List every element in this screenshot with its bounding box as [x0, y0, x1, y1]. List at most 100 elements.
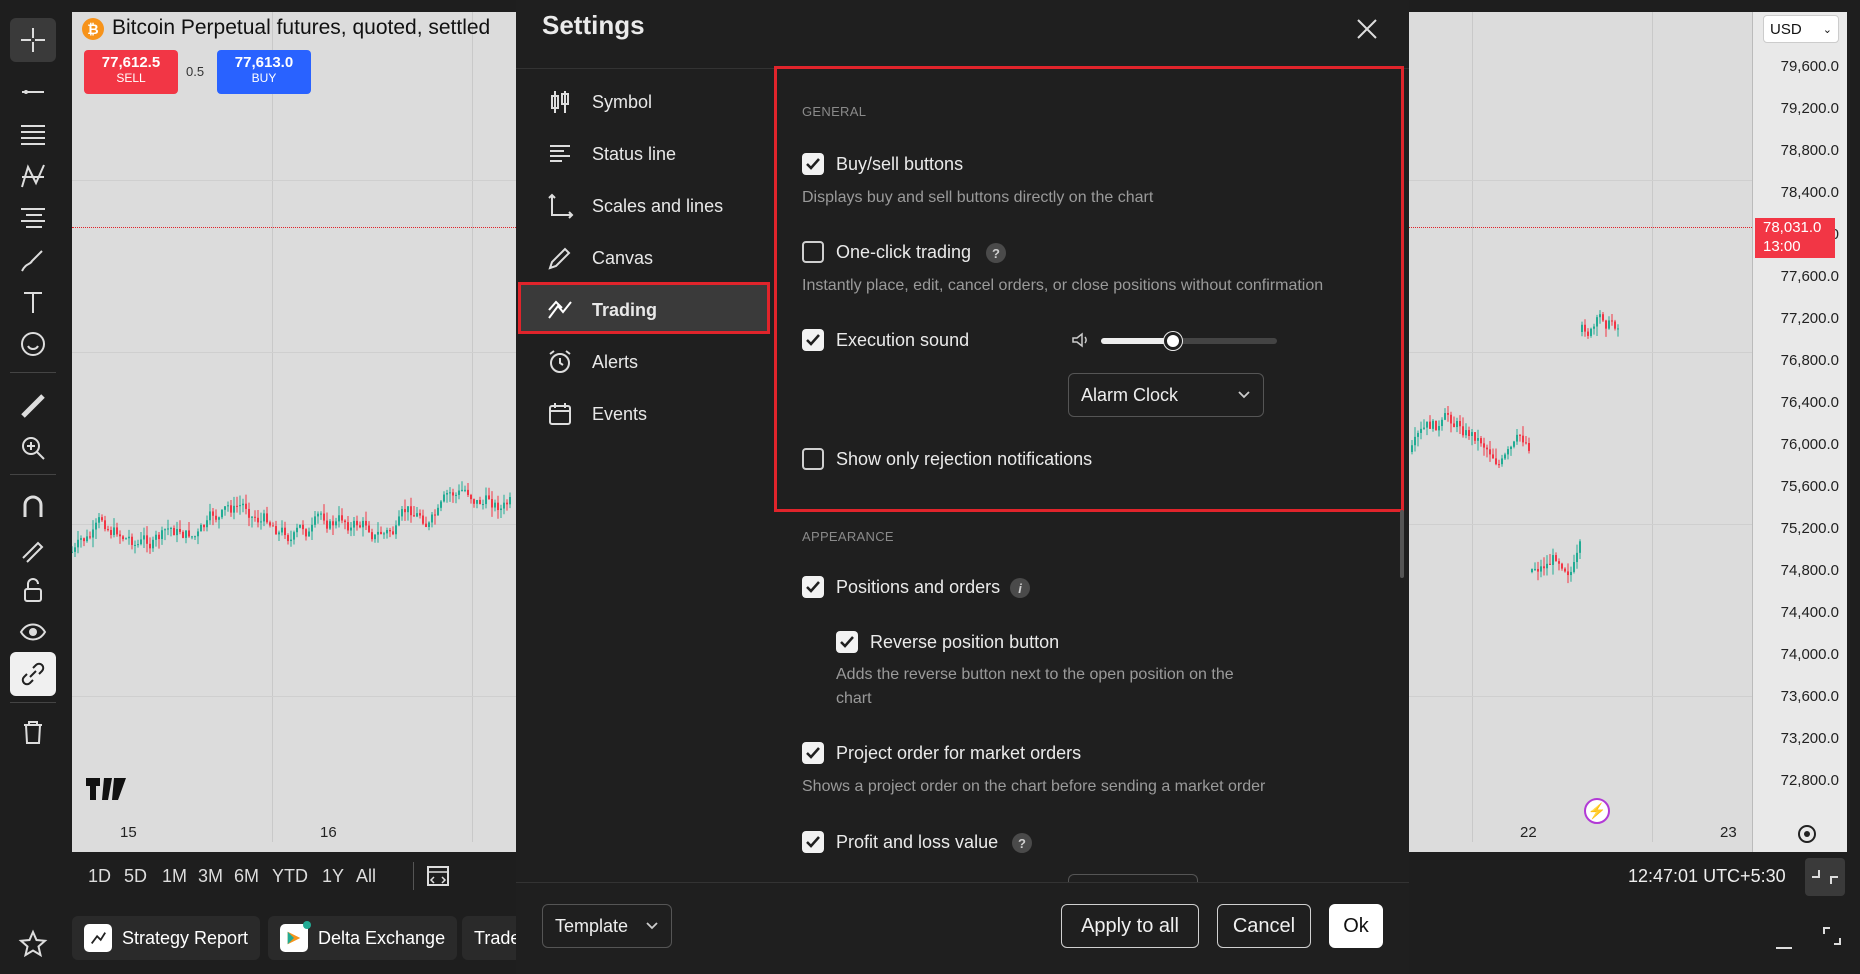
favorites-button[interactable] — [10, 922, 56, 966]
nav-status-line[interactable]: Status line — [546, 132, 766, 176]
tab-label: Strategy Report — [122, 927, 249, 948]
one-click-trading-checkbox[interactable] — [802, 241, 824, 263]
close-button[interactable] — [1348, 10, 1386, 48]
remove-drawings-button[interactable] — [10, 710, 56, 754]
sound-select[interactable]: Alarm Clock — [1068, 373, 1264, 417]
crosshair-tool-button[interactable] — [10, 18, 56, 62]
positions-orders-checkbox[interactable] — [802, 576, 824, 598]
nav-scales-and-lines[interactable]: Scales and lines — [546, 184, 766, 228]
buy-button[interactable]: 77,613.0 BUY — [217, 50, 311, 94]
candle-body — [1576, 552, 1578, 563]
range-1m[interactable]: 1M — [162, 866, 187, 887]
trend-line-tool-button[interactable] — [10, 70, 56, 114]
candle-body — [101, 517, 103, 521]
maximize-panel-icon[interactable] — [1820, 924, 1844, 948]
minimize-panel-icon[interactable] — [1772, 932, 1796, 952]
tab-strategy-report[interactable]: Strategy Report — [72, 916, 261, 960]
candle-body — [218, 517, 220, 520]
lightning-icon[interactable]: ⚡ — [1584, 798, 1610, 824]
pnl-select-partial[interactable] — [1068, 874, 1198, 882]
stay-drawing-button[interactable] — [10, 526, 56, 570]
template-dropdown[interactable]: Template — [542, 904, 672, 948]
range-5d[interactable]: 5D — [124, 866, 147, 887]
bar-countdown: 13:00 — [1763, 238, 1801, 255]
pattern-tool-button[interactable] — [10, 154, 56, 198]
ok-button[interactable]: Ok — [1329, 904, 1383, 948]
sell-button[interactable]: 77,612.5 SELL — [84, 50, 178, 94]
zoom-tool-button[interactable] — [10, 426, 56, 470]
emoji-tool-button[interactable] — [10, 322, 56, 366]
toolbar-divider — [10, 474, 56, 475]
apply-to-all-button[interactable]: Apply to all — [1061, 904, 1199, 948]
buy-sell-checkbox[interactable] — [802, 153, 824, 175]
candle-body — [335, 521, 337, 526]
nav-events[interactable]: Events — [546, 392, 766, 436]
price-tick: 77,200.0 — [1780, 310, 1839, 327]
lock-drawings-button[interactable] — [10, 568, 56, 612]
project-order-checkbox[interactable] — [802, 742, 824, 764]
cancel-button[interactable]: Cancel — [1217, 904, 1311, 948]
info-icon[interactable]: i — [1010, 578, 1030, 598]
rejection-only-checkbox[interactable] — [802, 448, 824, 470]
scrollbar[interactable] — [1400, 510, 1404, 578]
candle-body — [497, 502, 499, 511]
candle-body — [242, 503, 244, 506]
nav-alerts[interactable]: Alerts — [546, 340, 766, 384]
spread-value: 0.5 — [186, 64, 205, 79]
range-1d[interactable]: 1D — [88, 866, 111, 887]
brush-tool-button[interactable] — [10, 238, 56, 282]
symbol-title[interactable]: Bitcoin Perpetual futures, quoted, settl… — [112, 16, 490, 40]
fullscreen-toggle[interactable] — [1805, 858, 1845, 896]
currency-select[interactable]: USD ⌄ — [1763, 15, 1839, 43]
measure-tool-button[interactable] — [10, 384, 56, 428]
volume-fill — [1101, 338, 1174, 344]
candle-body — [248, 508, 250, 518]
candle-body — [1584, 324, 1586, 332]
help-icon[interactable]: ? — [986, 243, 1006, 263]
candle-body — [470, 494, 472, 500]
range-all[interactable]: All — [356, 866, 376, 887]
status-line-icon — [550, 145, 570, 162]
nav-canvas[interactable]: Canvas — [546, 236, 766, 280]
date-range-icon[interactable] — [424, 862, 454, 890]
candle-body — [392, 531, 394, 535]
candle-body — [446, 493, 448, 495]
price-axis[interactable]: USD ⌄ 79,600.0 79,200.0 78,800.0 78,400.0 78… — [1752, 12, 1847, 852]
hide-drawings-button[interactable] — [10, 610, 56, 654]
candle-body — [296, 527, 298, 533]
execution-sound-checkbox[interactable] — [802, 329, 824, 351]
clock-readout[interactable]: 12:47:01 UTC+5:30 — [1628, 866, 1786, 887]
magnet-tool-button[interactable] — [10, 484, 56, 528]
candle-body — [1498, 464, 1500, 466]
candle-body — [1564, 568, 1566, 572]
unlock-icon — [24, 578, 42, 602]
help-icon[interactable]: ? — [1012, 833, 1032, 853]
reverse-position-checkbox[interactable] — [836, 631, 858, 653]
link-tool-button[interactable] — [10, 652, 56, 696]
range-3m[interactable]: 3M — [198, 866, 223, 887]
volume-slider[interactable] — [1101, 332, 1277, 350]
candle-body — [1573, 562, 1575, 572]
candle-body — [1501, 458, 1503, 465]
nav-symbol[interactable]: Symbol — [546, 80, 766, 124]
range-6m[interactable]: 6M — [234, 866, 259, 887]
candle-body — [491, 499, 493, 508]
text-tool-button[interactable] — [10, 280, 56, 324]
candle-body — [1579, 541, 1581, 553]
candle-body — [236, 505, 238, 507]
candle-body — [410, 506, 412, 516]
range-ytd[interactable]: YTD — [272, 866, 308, 887]
pnl-value-checkbox[interactable] — [802, 831, 824, 853]
buy-label: BUY — [251, 71, 277, 85]
candle-body — [1495, 458, 1497, 465]
candle-body — [221, 509, 223, 518]
fib-tool-button[interactable] — [10, 112, 56, 156]
range-1y[interactable]: 1Y — [322, 866, 344, 887]
candle-body — [227, 505, 229, 507]
candle-body — [278, 532, 280, 535]
forecast-tool-button[interactable] — [10, 196, 56, 240]
magnet-icon — [23, 495, 43, 517]
pattern-icon — [21, 164, 45, 188]
tab-delta-exchange[interactable]: Delta Exchange — [268, 916, 458, 960]
settings-gear-icon[interactable] — [1795, 822, 1819, 846]
